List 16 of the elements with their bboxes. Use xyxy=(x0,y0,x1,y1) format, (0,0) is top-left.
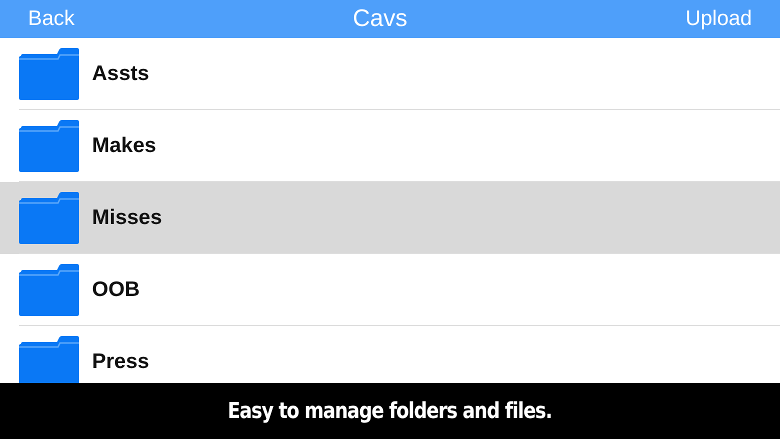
folder-row[interactable]: Misses xyxy=(0,182,780,254)
folder-icon xyxy=(19,192,79,244)
folder-row[interactable]: Makes xyxy=(0,110,780,182)
folder-row[interactable]: OOB xyxy=(0,254,780,326)
folder-name: OOB xyxy=(92,278,140,302)
caption-text: Easy to manage folders and files. xyxy=(228,398,552,424)
folder-icon xyxy=(19,264,79,316)
folder-row[interactable]: Assts xyxy=(0,38,780,110)
folder-icon xyxy=(19,336,79,383)
screen-title: Cavs xyxy=(352,5,408,33)
folder-name: Press xyxy=(92,350,150,374)
folder-icon xyxy=(19,48,79,100)
folder-name: Misses xyxy=(92,206,162,230)
folder-name: Makes xyxy=(92,134,156,158)
folder-icon xyxy=(19,120,79,172)
folder-name: Assts xyxy=(92,62,150,86)
